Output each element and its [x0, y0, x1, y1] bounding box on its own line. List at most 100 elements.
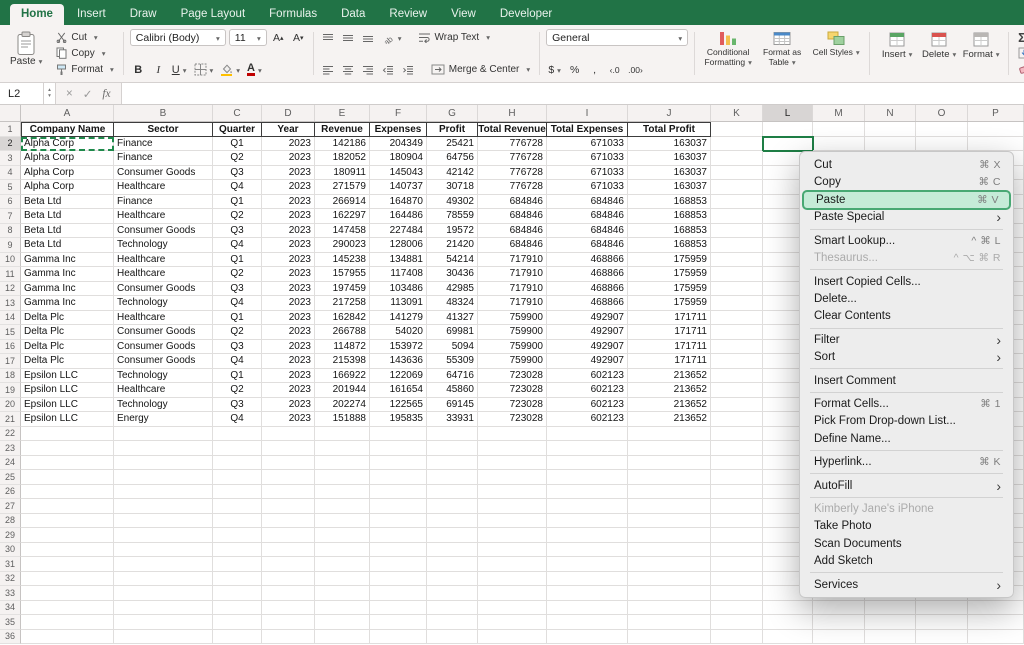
cell-K28[interactable]: [711, 514, 763, 529]
cell-A20[interactable]: Epsilon LLC: [21, 398, 114, 413]
menu-item-define-name[interactable]: Define Name...: [800, 430, 1013, 447]
cell-G18[interactable]: 64716: [427, 369, 478, 384]
wrap-text-button[interactable]: Wrap Text: [415, 29, 493, 46]
row-header-35[interactable]: 35: [0, 615, 21, 630]
cell-M35[interactable]: [813, 615, 865, 630]
row-header-30[interactable]: 30: [0, 543, 21, 558]
cell-A1[interactable]: Company Name: [21, 122, 114, 137]
row-header-5[interactable]: 5: [0, 180, 21, 195]
tab-developer[interactable]: Developer: [489, 4, 563, 25]
cell-D28[interactable]: [262, 514, 315, 529]
cell-B14[interactable]: Healthcare: [114, 311, 213, 326]
cell-F27[interactable]: [370, 499, 427, 514]
cell-H9[interactable]: 684846: [478, 238, 547, 253]
cell-J24[interactable]: [628, 456, 711, 471]
cell-E35[interactable]: [315, 615, 370, 630]
cell-O2[interactable]: [916, 137, 968, 152]
cell-C12[interactable]: Q3: [213, 282, 262, 297]
cell-D35[interactable]: [262, 615, 315, 630]
cell-G17[interactable]: 55309: [427, 354, 478, 369]
tab-review[interactable]: Review: [378, 4, 438, 25]
cell-B25[interactable]: [114, 470, 213, 485]
conditional-formatting-button[interactable]: Conditional Formatting: [701, 29, 755, 78]
cell-G27[interactable]: [427, 499, 478, 514]
cell-G7[interactable]: 78559: [427, 209, 478, 224]
cell-F23[interactable]: [370, 441, 427, 456]
cell-B18[interactable]: Technology: [114, 369, 213, 384]
cell-B3[interactable]: Finance: [114, 151, 213, 166]
cell-C19[interactable]: Q2: [213, 383, 262, 398]
cell-H5[interactable]: 776728: [478, 180, 547, 195]
cell-I18[interactable]: 602123: [547, 369, 628, 384]
cell-J11[interactable]: 175959: [628, 267, 711, 282]
cell-B31[interactable]: [114, 557, 213, 572]
cell-F12[interactable]: 103486: [370, 282, 427, 297]
cell-C17[interactable]: Q4: [213, 354, 262, 369]
cell-I13[interactable]: 468866: [547, 296, 628, 311]
cell-C35[interactable]: [213, 615, 262, 630]
cell-H32[interactable]: [478, 572, 547, 587]
cell-H16[interactable]: 759900: [478, 340, 547, 355]
cell-C10[interactable]: Q1: [213, 253, 262, 268]
cell-C28[interactable]: [213, 514, 262, 529]
menu-item-autofill[interactable]: AutoFill›: [800, 477, 1013, 494]
delete-cells-button[interactable]: Delete: [918, 29, 960, 78]
cell-H12[interactable]: 717910: [478, 282, 547, 297]
cell-A31[interactable]: [21, 557, 114, 572]
cell-C3[interactable]: Q2: [213, 151, 262, 166]
cell-O36[interactable]: [916, 630, 968, 645]
cell-J20[interactable]: 213652: [628, 398, 711, 413]
cell-H8[interactable]: 684846: [478, 224, 547, 239]
cell-J35[interactable]: [628, 615, 711, 630]
cell-J3[interactable]: 163037: [628, 151, 711, 166]
cell-A12[interactable]: Gamma Inc: [21, 282, 114, 297]
cell-I30[interactable]: [547, 543, 628, 558]
cell-F20[interactable]: 122565: [370, 398, 427, 413]
row-header-3[interactable]: 3: [0, 151, 21, 166]
cell-M36[interactable]: [813, 630, 865, 645]
cell-C30[interactable]: [213, 543, 262, 558]
cell-F33[interactable]: [370, 586, 427, 601]
menu-item-smart-lookup[interactable]: Smart Lookup...^ ⌘ L: [800, 232, 1013, 249]
align-middle-button[interactable]: [340, 29, 357, 46]
cell-D23[interactable]: [262, 441, 315, 456]
cell-C23[interactable]: [213, 441, 262, 456]
cell-D9[interactable]: 2023: [262, 238, 315, 253]
cell-I14[interactable]: 492907: [547, 311, 628, 326]
cell-F13[interactable]: 113091: [370, 296, 427, 311]
cell-C6[interactable]: Q1: [213, 195, 262, 210]
cell-E11[interactable]: 157955: [315, 267, 370, 282]
cell-G30[interactable]: [427, 543, 478, 558]
cell-E34[interactable]: [315, 601, 370, 616]
cell-H27[interactable]: [478, 499, 547, 514]
cell-E14[interactable]: 162842: [315, 311, 370, 326]
cell-D21[interactable]: 2023: [262, 412, 315, 427]
underline-button[interactable]: U: [170, 61, 189, 78]
name-box-stepper[interactable]: ▴ ▾: [44, 83, 56, 104]
cell-D27[interactable]: [262, 499, 315, 514]
cell-B30[interactable]: [114, 543, 213, 558]
cell-B35[interactable]: [114, 615, 213, 630]
cell-A6[interactable]: Beta Ltd: [21, 195, 114, 210]
cell-C32[interactable]: [213, 572, 262, 587]
cell-E26[interactable]: [315, 485, 370, 500]
cell-A28[interactable]: [21, 514, 114, 529]
cell-I25[interactable]: [547, 470, 628, 485]
column-header-I[interactable]: I: [547, 105, 628, 121]
cell-B28[interactable]: [114, 514, 213, 529]
cell-C20[interactable]: Q3: [213, 398, 262, 413]
menu-item-scan-documents[interactable]: Scan Documents: [800, 535, 1013, 552]
cell-I7[interactable]: 684846: [547, 209, 628, 224]
cell-G26[interactable]: [427, 485, 478, 500]
cell-H18[interactable]: 723028: [478, 369, 547, 384]
cell-D33[interactable]: [262, 586, 315, 601]
row-header-4[interactable]: 4: [0, 166, 21, 181]
cell-A7[interactable]: Beta Ltd: [21, 209, 114, 224]
menu-item-copy[interactable]: Copy⌘ C: [800, 173, 1013, 190]
cell-G32[interactable]: [427, 572, 478, 587]
menu-item-paste-special[interactable]: Paste Special›: [800, 209, 1013, 226]
copy-button[interactable]: Copy: [53, 45, 116, 61]
cell-H23[interactable]: [478, 441, 547, 456]
cell-F24[interactable]: [370, 456, 427, 471]
cell-P35[interactable]: [968, 615, 1024, 630]
